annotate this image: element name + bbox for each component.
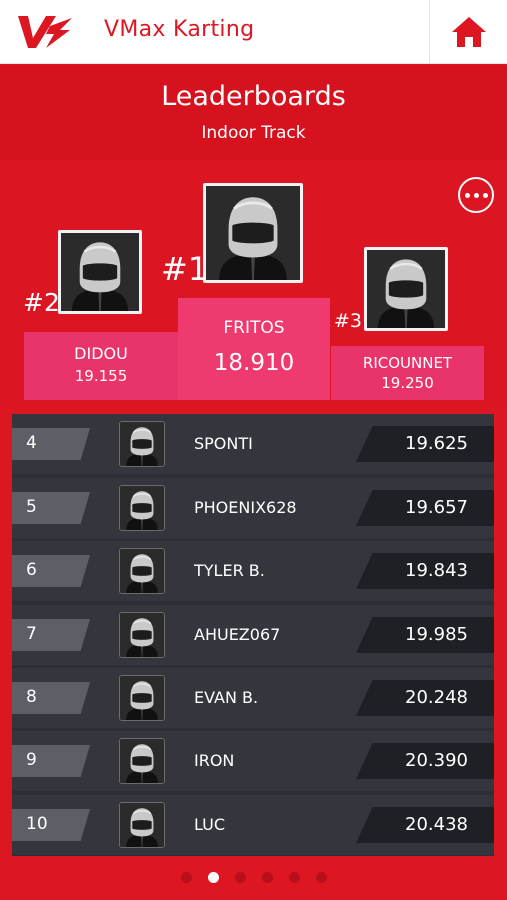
table-row[interactable]: 10 LUC 20.438 (12, 795, 494, 855)
table-row[interactable]: 9 IRON 20.390 (12, 731, 494, 791)
rank-label-third: #3 (334, 310, 363, 332)
podium-name-first: FRITOS (223, 318, 285, 338)
table-row[interactable]: 6 TYLER B. 19.843 (12, 541, 494, 601)
row-rank: 6 (26, 560, 37, 580)
page-dot[interactable] (234, 872, 246, 883)
home-icon (451, 17, 486, 47)
row-driver-name: IRON (194, 751, 235, 770)
row-driver-name: AHUEZ067 (194, 625, 281, 644)
page-subtitle: Indoor Track (201, 123, 306, 143)
table-row[interactable]: 7 AHUEZ067 19.985 (12, 605, 494, 665)
row-lap-time: 19.625 (405, 433, 468, 454)
row-rank: 9 (26, 750, 37, 770)
podium-block-first[interactable]: FRITOS 18.910 (178, 298, 330, 400)
rank-tab (12, 745, 90, 777)
rank-tab (12, 492, 90, 524)
row-rank: 10 (26, 814, 48, 834)
hero-banner: Leaderboards Indoor Track (0, 65, 507, 160)
home-button[interactable] (429, 0, 507, 64)
row-lap-time: 19.657 (405, 497, 468, 518)
row-driver-name: PHOENIX628 (194, 498, 297, 517)
more-options-button[interactable] (458, 177, 494, 213)
avatar (119, 675, 165, 721)
podium-time-second: 19.155 (74, 367, 128, 385)
rank-tab (12, 809, 90, 841)
row-rank: 7 (26, 624, 37, 644)
rank-tab (12, 682, 90, 714)
podium-block-second[interactable]: DIDOU 19.155 (24, 332, 178, 400)
avatar (119, 548, 165, 594)
page-dot[interactable] (180, 872, 192, 883)
row-driver-name: EVAN B. (194, 688, 259, 707)
rank-tab (12, 619, 90, 651)
podium-name-second: DIDOU (74, 344, 128, 363)
page-dot[interactable] (315, 872, 327, 883)
row-rank: 8 (26, 687, 37, 707)
more-options-icon (464, 192, 470, 198)
row-driver-name: SPONTI (194, 434, 253, 453)
row-driver-name: LUC (194, 815, 225, 834)
avatar (119, 802, 165, 848)
leaderboard-list[interactable]: 4 SPONTI 19.625 5 PHOENIX628 19.657 6 TY… (12, 414, 494, 856)
table-row[interactable]: 5 PHOENIX628 19.657 (12, 478, 494, 538)
page-title: Leaderboards (161, 81, 346, 112)
page-dot[interactable] (288, 872, 300, 883)
row-lap-time: 19.843 (405, 560, 468, 581)
avatar-first[interactable] (203, 183, 303, 283)
avatar (119, 612, 165, 658)
row-lap-time: 20.248 (405, 687, 468, 708)
avatar (119, 421, 165, 467)
row-lap-time: 20.438 (405, 814, 468, 835)
table-row[interactable]: 8 EVAN B. 20.248 (12, 668, 494, 728)
avatar (119, 738, 165, 784)
row-driver-name: TYLER B. (194, 561, 265, 580)
podium-time-third: 19.250 (381, 374, 434, 392)
top-bar: VMax Karting (0, 0, 507, 64)
page-indicator (0, 872, 507, 886)
row-lap-time: 20.390 (405, 750, 468, 771)
podium-name-third: RICOUNNET (362, 354, 453, 372)
avatar-second[interactable] (58, 230, 142, 314)
app-title: VMax Karting (104, 17, 255, 42)
vmax-logo-icon[interactable] (16, 12, 74, 52)
row-rank: 4 (26, 433, 37, 453)
page-dot-active[interactable] (207, 872, 219, 883)
rank-tab (12, 428, 90, 460)
avatar (119, 485, 165, 531)
row-rank: 5 (26, 497, 37, 517)
avatar-third[interactable] (364, 247, 448, 331)
page-dot[interactable] (261, 872, 273, 883)
podium-time-first: 18.910 (213, 350, 295, 376)
row-lap-time: 19.985 (405, 624, 468, 645)
podium-block-third[interactable]: RICOUNNET 19.250 (331, 346, 484, 400)
table-row[interactable]: 4 SPONTI 19.625 (12, 414, 494, 474)
rank-label-second: #2 (23, 288, 60, 317)
rank-tab (12, 555, 90, 587)
rank-label-first: #1 (161, 250, 209, 288)
